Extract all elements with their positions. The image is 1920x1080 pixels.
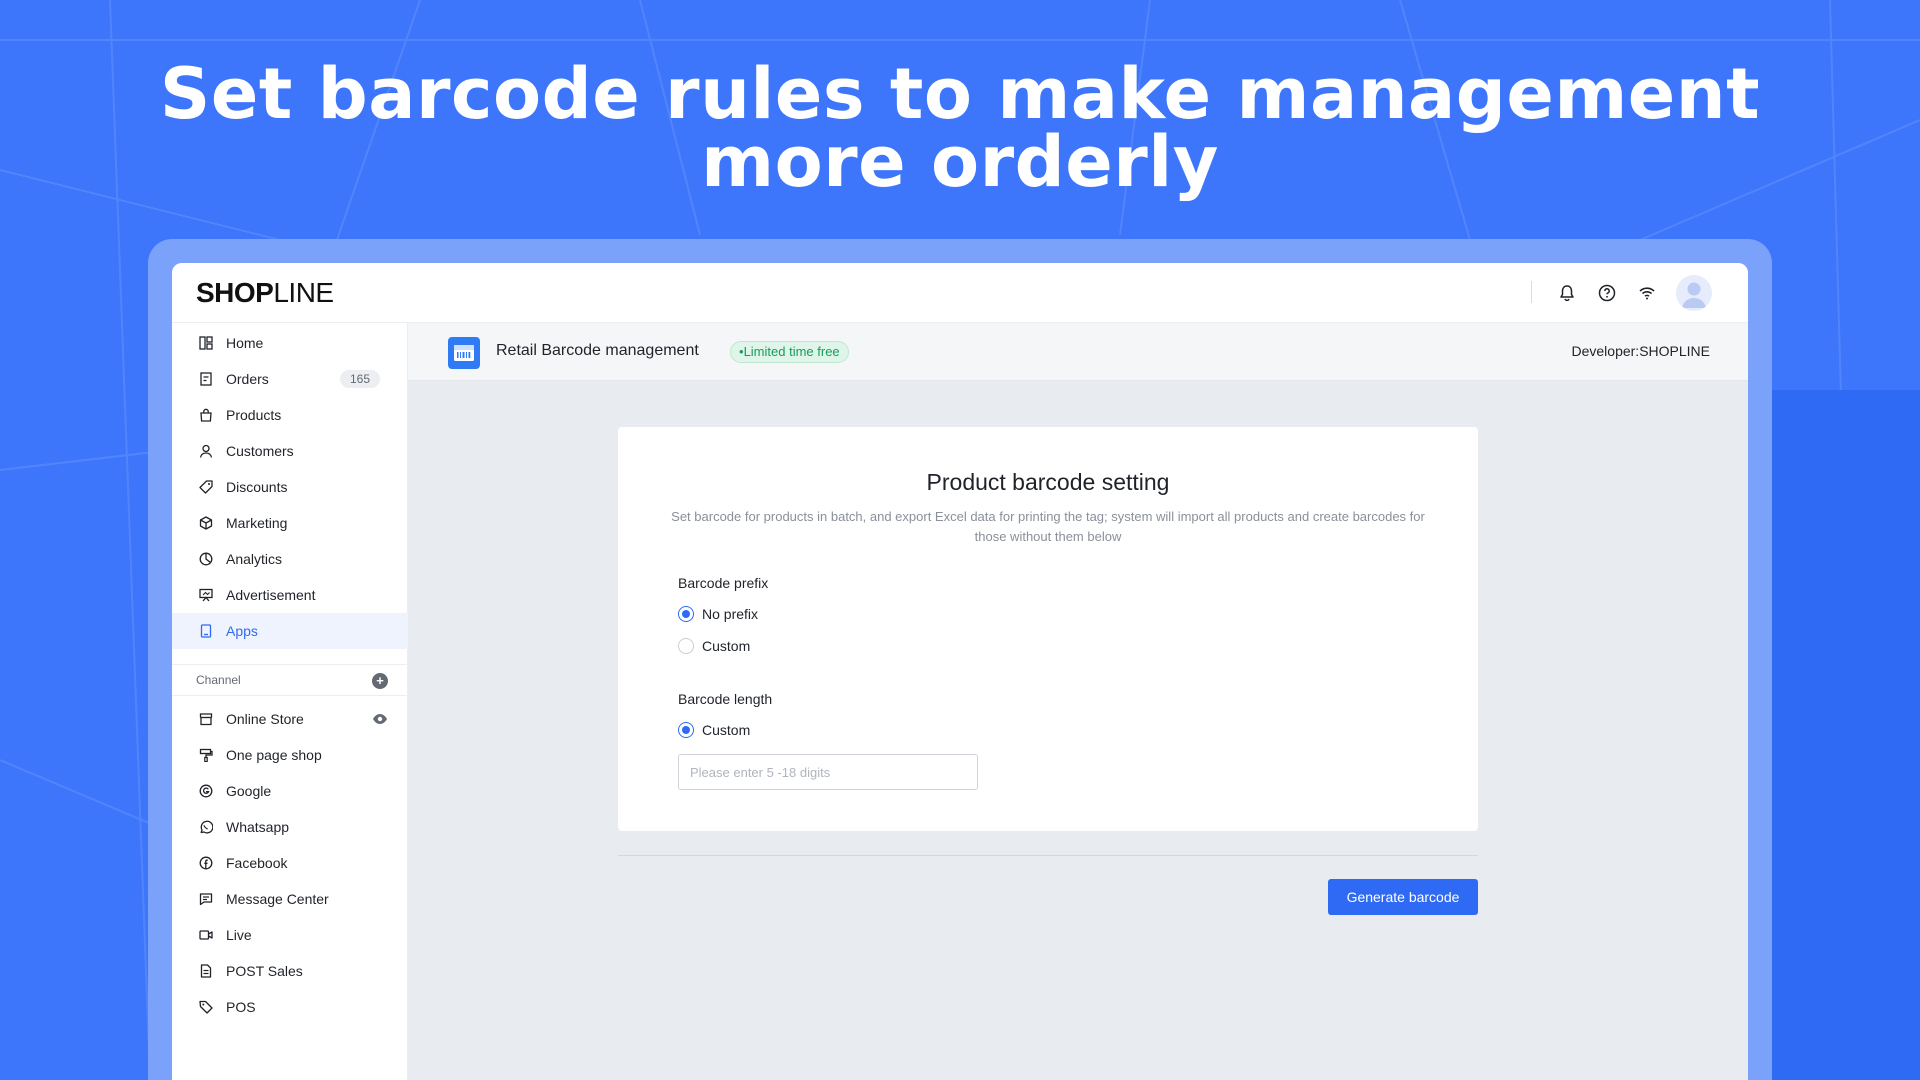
eye-icon[interactable] — [372, 712, 388, 726]
message-icon — [198, 891, 214, 907]
barcode-settings-card: Product barcode setting Set barcode for … — [618, 427, 1478, 831]
background-panel — [1770, 390, 1920, 1080]
apps-icon — [198, 623, 214, 639]
whatsapp-icon — [198, 819, 214, 835]
logo-bold-text: SHOP — [196, 277, 274, 308]
logo-thin-text: LINE — [273, 277, 334, 308]
add-channel-icon[interactable]: + — [372, 673, 388, 689]
google-icon — [198, 783, 214, 799]
developer-info: Developer:SHOPLINE — [1571, 343, 1710, 359]
sidebar-item-label: POS — [226, 999, 256, 1015]
sidebar-item-live[interactable]: Live — [172, 917, 408, 953]
app-header: Retail Barcode management •Limited time … — [408, 323, 1748, 381]
barcode-length-input[interactable] — [678, 754, 978, 790]
avatar[interactable] — [1676, 275, 1712, 311]
badge-text: Limited time free — [743, 344, 840, 359]
sidebar-item-apps[interactable]: Apps — [172, 613, 408, 649]
price-tag-icon — [198, 999, 214, 1015]
sidebar-item-label: Customers — [226, 443, 294, 459]
sidebar-item-advertisement[interactable]: Advertisement — [172, 577, 408, 613]
facebook-icon — [198, 855, 214, 871]
barcode-length-label: Barcode length — [678, 691, 773, 707]
sidebar-item-label: Online Store — [226, 711, 304, 727]
sidebar-item-pos[interactable]: POS — [172, 989, 408, 1025]
sidebar-item-label: Whatsapp — [226, 819, 290, 835]
content-divider — [618, 855, 1478, 856]
store-icon — [198, 711, 214, 727]
wifi-icon[interactable] — [1634, 280, 1660, 306]
sidebar-item-message-center[interactable]: Message Center — [172, 881, 408, 917]
app-title: Retail Barcode management — [496, 342, 699, 359]
prefix-option-custom[interactable]: Custom — [678, 637, 750, 655]
card-description: Set barcode for products in batch, and e… — [671, 509, 1425, 544]
radio-label: No prefix — [702, 606, 759, 622]
pie-icon — [198, 551, 214, 567]
sidebar-item-home[interactable]: Home — [172, 325, 408, 361]
sidebar-item-label: Advertisement — [226, 587, 316, 603]
document-icon — [198, 963, 214, 979]
sidebar-item-label: Message Center — [226, 891, 329, 907]
channel-label: Channel — [196, 673, 241, 687]
shopline-logo[interactable]: SHOPLINE — [196, 277, 334, 309]
sidebar-item-label: One page shop — [226, 747, 322, 763]
sidebar-item-label: Live — [226, 927, 252, 943]
sidebar-item-label: Orders — [226, 371, 269, 387]
sidebar-item-label: POST Sales — [226, 963, 303, 979]
radio-button[interactable] — [678, 638, 694, 654]
tag-icon — [198, 479, 214, 495]
length-option-custom[interactable]: Custom — [678, 721, 750, 739]
topbar-divider — [1531, 281, 1532, 303]
generate-barcode-button[interactable]: Generate barcode — [1328, 879, 1478, 915]
cube-icon — [198, 515, 214, 531]
radio-label: Custom — [702, 722, 751, 738]
sidebar-item-online-store[interactable]: Online Store — [172, 701, 408, 737]
sidebar-item-label: Discounts — [226, 479, 288, 495]
sidebar-item-one-page-shop[interactable]: One page shop — [172, 737, 408, 773]
video-icon — [198, 927, 214, 943]
sidebar-item-label: Facebook — [226, 855, 288, 871]
hero-headline-line1: Set barcode rules to make management — [159, 53, 1761, 135]
sidebar-item-label: Marketing — [226, 515, 288, 531]
main-content: Retail Barcode management •Limited time … — [408, 323, 1748, 1080]
bag-icon — [198, 407, 214, 423]
sidebar-item-orders[interactable]: Orders 165 — [172, 361, 408, 397]
sidebar-item-label: Google — [226, 783, 272, 799]
sidebar-item-facebook[interactable]: Facebook — [172, 845, 408, 881]
sidebar-item-discounts[interactable]: Discounts — [172, 469, 408, 505]
barcode-prefix-label: Barcode prefix — [678, 575, 769, 591]
sidebar-item-customers[interactable]: Customers — [172, 433, 408, 469]
sidebar-item-google[interactable]: Google — [172, 773, 408, 809]
home-icon — [198, 335, 214, 351]
limited-time-free-badge: •Limited time free — [730, 341, 849, 363]
top-bar: SHOPLINE — [172, 263, 1748, 323]
sidebar: Home Orders 165 Products Customers Disco… — [172, 323, 408, 1080]
help-icon[interactable] — [1594, 280, 1620, 306]
barcode-app-icon — [448, 337, 480, 369]
orders-icon — [198, 371, 214, 387]
radio-button[interactable] — [678, 606, 694, 622]
user-icon — [198, 443, 214, 459]
sidebar-item-label: Apps — [226, 623, 258, 639]
card-title: Product barcode setting — [926, 469, 1170, 495]
hero-headline-line2: more orderly — [701, 121, 1219, 203]
sidebar-item-whatsapp[interactable]: Whatsapp — [172, 809, 408, 845]
channel-section-header: Channel + — [172, 664, 408, 696]
app-window: SHOPLINE Home Orders 165 Products Custom… — [172, 263, 1748, 1080]
orders-count-badge: 165 — [340, 370, 380, 388]
sidebar-item-analytics[interactable]: Analytics — [172, 541, 408, 577]
sidebar-item-label: Analytics — [226, 551, 283, 567]
radio-button[interactable] — [678, 722, 694, 738]
billboard-icon — [198, 587, 214, 603]
radio-label: Custom — [702, 638, 751, 654]
sidebar-item-label: Home — [226, 335, 264, 351]
brush-icon — [198, 747, 214, 763]
sidebar-item-products[interactable]: Products — [172, 397, 408, 433]
sidebar-item-marketing[interactable]: Marketing — [172, 505, 408, 541]
hero-headline: Set barcode rules to make management mor… — [0, 53, 1920, 203]
sidebar-item-post-sales[interactable]: POST Sales — [172, 953, 408, 989]
bell-icon[interactable] — [1554, 280, 1580, 306]
sidebar-item-label: Products — [226, 407, 282, 423]
prefix-option-no-prefix[interactable]: No prefix — [678, 605, 758, 623]
